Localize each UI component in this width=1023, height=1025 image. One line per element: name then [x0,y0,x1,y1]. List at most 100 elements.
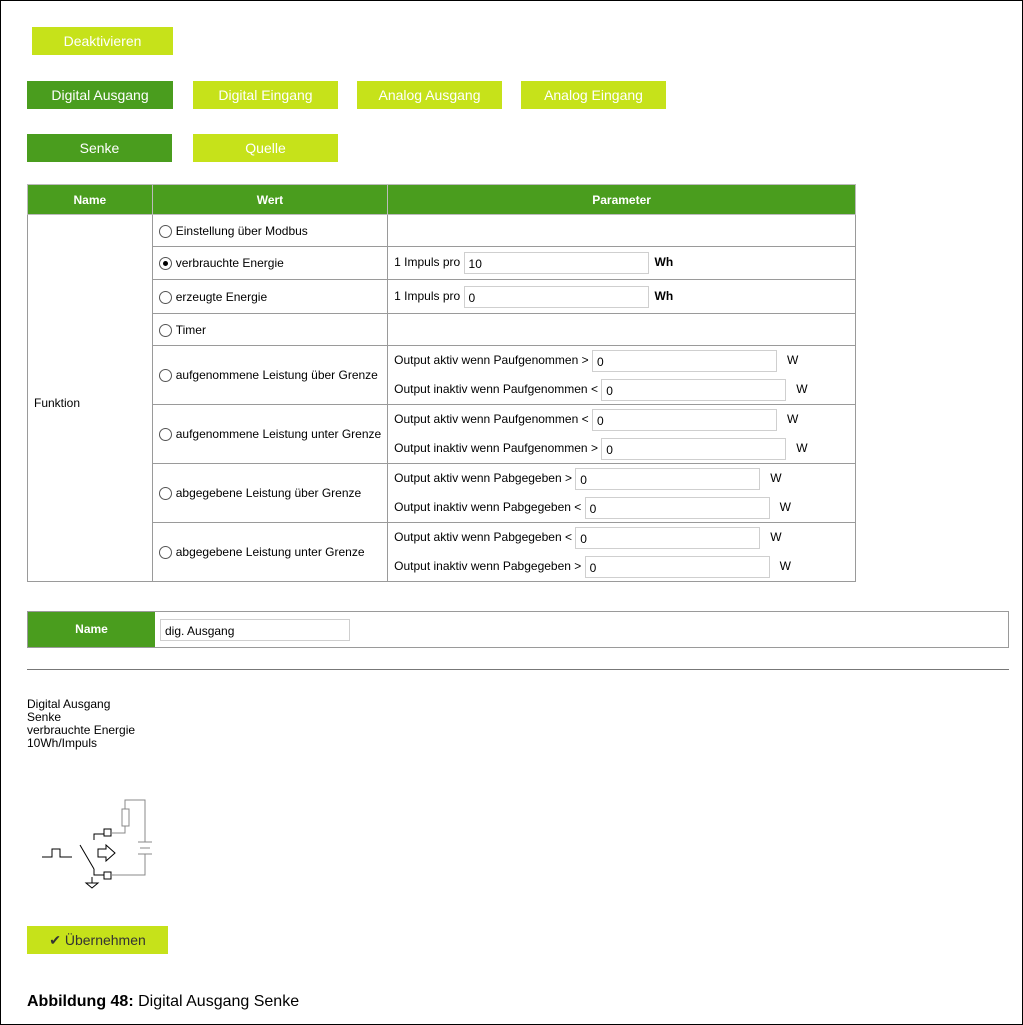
table-header-row: Name Wert Parameter [27,184,856,215]
table-row: aufgenommene Leistung unter Grenze Outpu… [28,404,856,464]
unit-label: W [779,559,791,573]
arrow-icon [97,843,116,863]
tab-analog-ausgang[interactable]: Analog Ausgang [357,81,502,109]
abgegeben-unter-inaktiv-input[interactable]: 0 [584,555,770,578]
caption-text: Digital Ausgang Senke [133,993,300,1010]
param-prefix: Output aktiv wenn Paufgenommen > [394,353,589,367]
table-row: Funktion Einstellung über Modbus [27,214,856,582]
aufgenommen-unter-aktiv-input[interactable]: 0 [591,408,777,431]
radio-erzeugte-energie[interactable] [158,290,172,304]
option-abgegeben-unter[interactable]: abgegebene Leistung unter Grenze [151,522,389,582]
pulse-signal-icon [42,848,72,858]
unit-label: Wh [654,288,674,303]
radio-abgegeben-unter[interactable] [158,545,172,559]
option-label: erzeugte Energie [175,289,268,304]
radio-aufgenommen-unter[interactable] [158,427,172,441]
option-modbus[interactable]: Einstellung über Modbus [151,214,389,247]
unit-label: W [786,353,799,367]
table-row: erzeugte Energie 1 Impuls pro 0 Wh [28,279,856,314]
option-verbrauchte-energie[interactable]: verbrauchte Energie [151,246,389,280]
param-cell-empty [387,214,856,247]
circuit-diagram [42,799,152,889]
mode-senke-button[interactable]: Senke [27,134,172,162]
option-aufgenommen-unter[interactable]: aufgenommene Leistung unter Grenze [151,404,389,464]
param-prefix: Output aktiv wenn Pabgegeben < [394,530,572,544]
impuls-verbraucht-input[interactable]: 10 [463,252,649,274]
unit-label: W [779,500,791,514]
unit-label: W [786,412,799,426]
battery-icon [138,841,152,855]
unit-label: W [770,530,782,544]
unit-label: W [796,382,808,396]
option-timer[interactable]: Timer [151,313,389,346]
unit-label: W [796,441,808,455]
function-table: Name Wert Parameter Funktion Einstellung… [27,184,856,582]
unit-label: W [770,471,782,485]
param-cell: Output aktiv wenn Paufgenommen > 0W Outp… [387,345,856,405]
caption-number: Abbildung 48: [27,993,134,1010]
param-prefix: Output aktiv wenn Paufgenommen < [394,412,589,426]
radio-modbus[interactable] [158,224,172,238]
summary-line: 10Wh/Impuls [27,736,98,750]
header-wert: Wert [151,184,389,215]
divider [27,669,1009,670]
param-prefix: 1 Impuls pro [394,255,461,270]
unit-label: Wh [654,255,674,270]
aufgenommen-unter-inaktiv-input[interactable]: 0 [601,437,787,460]
param-prefix: 1 Impuls pro [394,288,461,303]
abgegeben-ueber-aktiv-input[interactable]: 0 [575,467,761,490]
option-label: abgegebene Leistung unter Grenze [175,544,365,559]
tab-digital-eingang[interactable]: Digital Eingang [193,81,338,109]
config-summary: Digital Ausgang Senke verbrauchte Energi… [27,698,135,750]
name-input[interactable]: dig. Ausgang [160,619,350,641]
check-icon: ✔ [49,932,61,948]
param-prefix: Output inaktiv wenn Paufgenommen < [394,382,598,396]
table-row: abgegebene Leistung über Grenze Output a… [28,463,856,523]
param-prefix: Output aktiv wenn Pabgegeben > [394,471,572,485]
name-section: Name dig. Ausgang [27,611,1009,648]
ground-icon [84,877,100,889]
radio-verbrauchte-energie[interactable] [158,257,172,270]
option-label: Timer [175,322,206,337]
option-label: Einstellung über Modbus [175,223,308,238]
name-label: Name [28,612,155,647]
param-cell: Output aktiv wenn Paufgenommen < 0W Outp… [387,404,856,464]
option-aufgenommen-ueber[interactable]: aufgenommene Leistung über Grenze [151,345,389,405]
param-prefix: Output inaktiv wenn Pabgegeben > [394,559,582,573]
funktion-label: Funktion [27,214,153,582]
param-cell: Output aktiv wenn Pabgegeben > 0W Output… [387,463,856,523]
param-cell: 1 Impuls pro 0 Wh [387,279,856,314]
aufgenommen-ueber-inaktiv-input[interactable]: 0 [601,378,787,401]
resistor-icon [121,808,130,827]
option-label: verbrauchte Energie [175,256,284,270]
table-row: abgegebene Leistung unter Grenze Output … [28,522,856,582]
apply-label: Übernehmen [64,932,146,948]
impuls-erzeugt-input[interactable]: 0 [463,285,649,308]
param-cell-empty [387,313,856,346]
param-prefix: Output inaktiv wenn Paufgenommen > [394,441,598,455]
option-label: abgegebene Leistung über Grenze [175,486,362,500]
option-label: aufgenommene Leistung unter Grenze [175,426,382,441]
radio-timer[interactable] [158,323,172,337]
param-cell: 1 Impuls pro 10 Wh [387,246,856,280]
header-parameter: Parameter [387,184,856,215]
tab-digital-ausgang[interactable]: Digital Ausgang [27,81,173,109]
param-cell: Output aktiv wenn Pabgegeben < 0W Output… [387,522,856,582]
abgegeben-ueber-inaktiv-input[interactable]: 0 [584,496,770,519]
tab-analog-eingang[interactable]: Analog Eingang [521,81,666,109]
apply-button[interactable]: ✔ Übernehmen [27,926,168,954]
param-prefix: Output inaktiv wenn Pabgegeben < [394,500,582,514]
table-row: Timer [28,313,856,346]
abgegeben-unter-aktiv-input[interactable]: 0 [575,526,761,549]
option-erzeugte-energie[interactable]: erzeugte Energie [151,279,389,314]
table-row: aufgenommene Leistung über Grenze Output… [28,345,856,405]
radio-aufgenommen-ueber[interactable] [158,368,172,382]
deactivate-button[interactable]: Deaktivieren [32,27,173,55]
table-row: verbrauchte Energie 1 Impuls pro 10 Wh [28,246,856,280]
radio-abgegeben-ueber[interactable] [158,487,172,500]
mode-quelle-button[interactable]: Quelle [193,134,338,162]
option-abgegeben-ueber[interactable]: abgegebene Leistung über Grenze [151,463,389,523]
aufgenommen-ueber-aktiv-input[interactable]: 0 [591,349,777,372]
figure-caption: Abbildung 48: Digital Ausgang Senke [27,993,299,1011]
header-name: Name [27,184,153,215]
